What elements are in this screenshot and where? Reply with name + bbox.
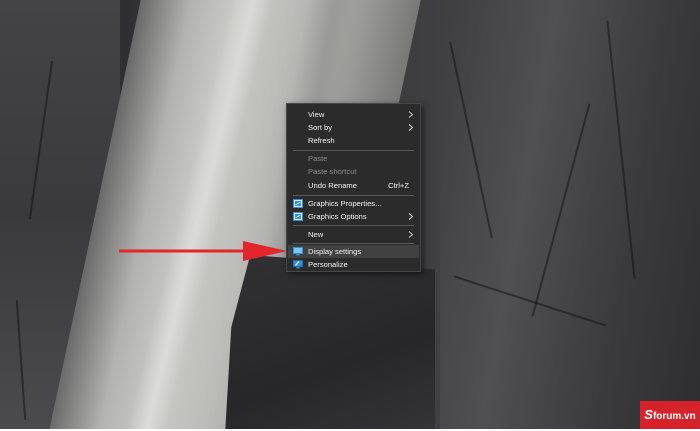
menu-item-label: Paste (308, 154, 328, 163)
menu-item-graphics-properties[interactable]: Graphics Properties... (288, 197, 419, 210)
menu-separator (293, 243, 414, 244)
menu-item-sort-by[interactable]: Sort by (288, 121, 419, 134)
rock-texture-right (440, 0, 700, 429)
desktop-context-menu: View Sort by Refresh Paste Paste shortcu… (286, 103, 421, 272)
menu-item-label: Graphics Properties... (308, 199, 382, 208)
menu-item-label: Personalize (308, 260, 348, 269)
intel-graphics-icon (293, 199, 303, 208)
menu-item-paste[interactable]: Paste (288, 152, 419, 165)
menu-item-paste-shortcut[interactable]: Paste shortcut (288, 165, 419, 178)
menu-item-label: Sort by (308, 123, 333, 132)
display-icon (293, 247, 303, 256)
menu-item-label: Display settings (308, 247, 362, 256)
chevron-right-icon (408, 231, 414, 238)
menu-item-personalize[interactable]: Personalize (288, 258, 419, 271)
menu-item-label: New (308, 230, 324, 239)
menu-item-label: Paste shortcut (308, 167, 357, 176)
red-arrow-annotation (119, 241, 287, 261)
menu-item-new[interactable]: New (288, 228, 419, 241)
menu-item-undo-rename[interactable]: Undo Rename Ctrl+Z (288, 179, 419, 192)
sforum-watermark: Sforum.vn (640, 401, 700, 429)
chevron-right-icon (408, 124, 414, 131)
menu-item-graphics-options[interactable]: Graphics Options (288, 210, 419, 223)
menu-separator (293, 195, 414, 196)
chevron-right-icon (408, 111, 414, 118)
chevron-right-icon (408, 213, 414, 220)
menu-item-label: Refresh (308, 136, 335, 145)
menu-item-view[interactable]: View (288, 108, 419, 121)
menu-separator (293, 150, 414, 151)
menu-item-display-settings[interactable]: Display settings (288, 245, 419, 258)
menu-item-label: View (308, 110, 325, 119)
watermark-logo: S (644, 407, 653, 422)
rock-texture-lower (225, 255, 435, 429)
watermark-text: forum.vn (652, 411, 696, 422)
menu-item-refresh[interactable]: Refresh (288, 134, 419, 147)
intel-graphics-icon (293, 212, 303, 221)
menu-item-label: Undo Rename (308, 181, 357, 190)
menu-item-shortcut: Ctrl+Z (388, 181, 409, 190)
menu-separator (293, 225, 414, 226)
personalize-icon (293, 260, 303, 269)
menu-item-label: Graphics Options (308, 212, 367, 221)
